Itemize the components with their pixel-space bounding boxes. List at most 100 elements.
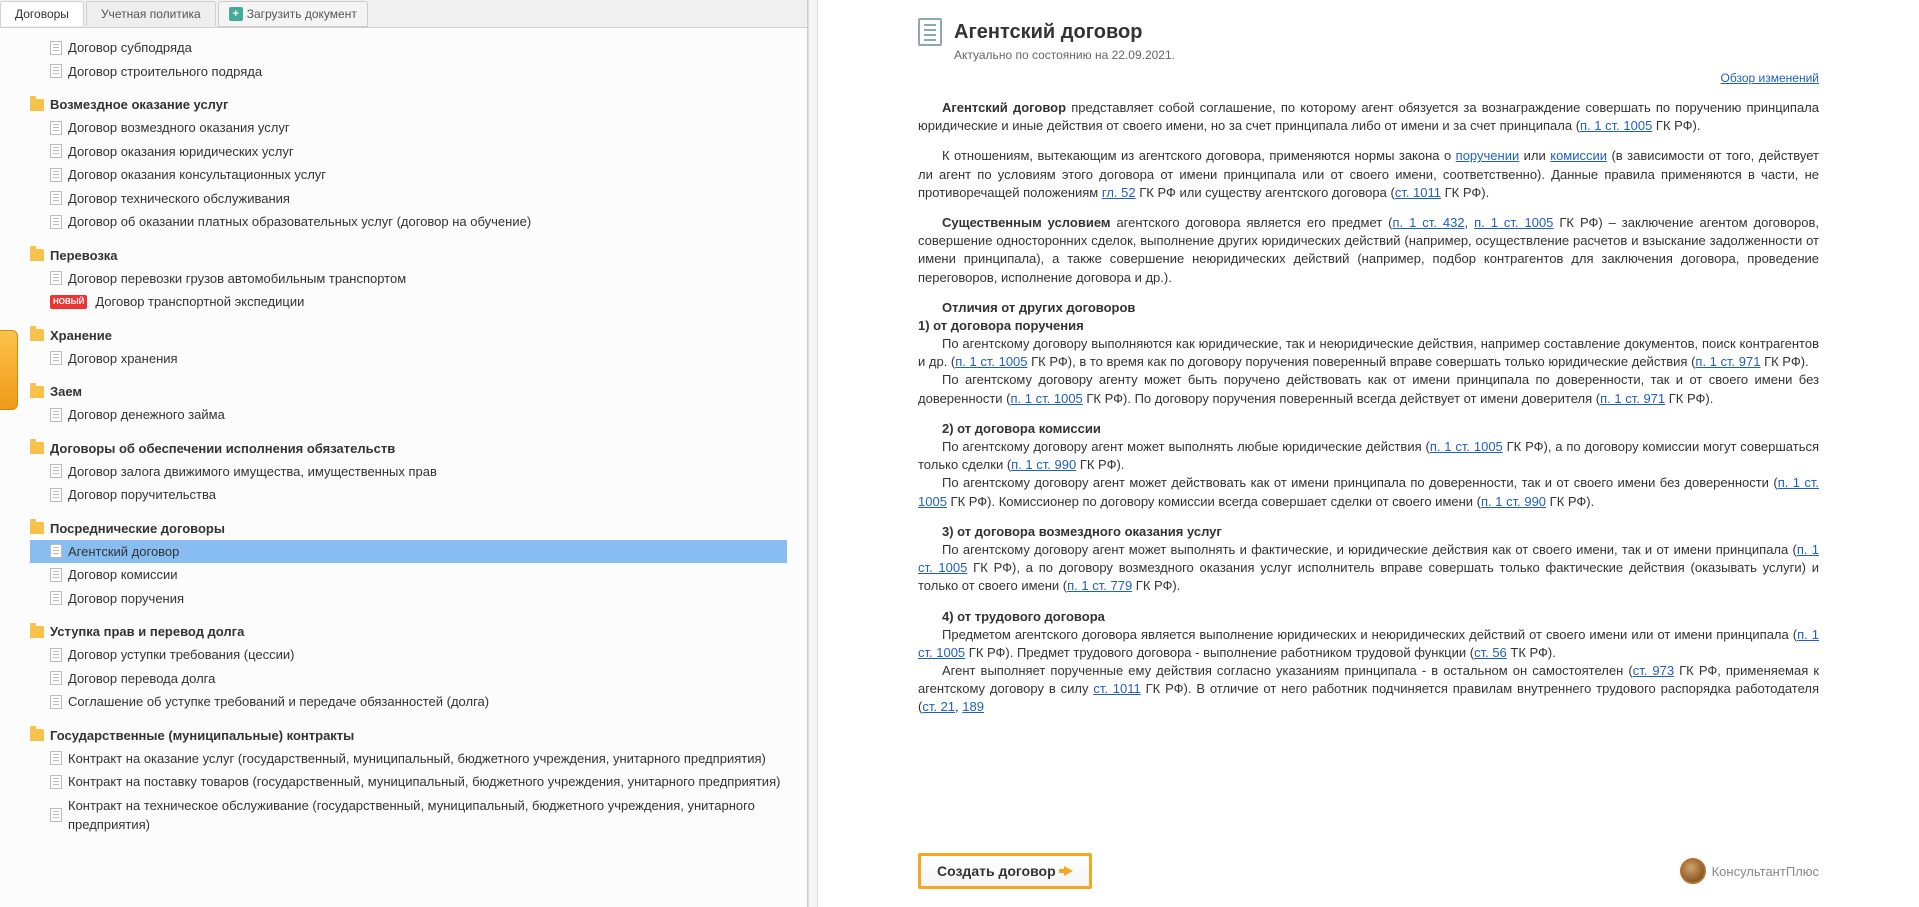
doc-item-label: Договор строительного подряда (68, 62, 262, 82)
folder-icon (30, 442, 44, 454)
doc-item[interactable]: Договор перевода долга (30, 667, 787, 691)
upload-document-button[interactable]: + Загрузить документ (218, 1, 368, 27)
doc-item[interactable]: Договор поручительства (30, 483, 787, 507)
document-icon (50, 41, 62, 55)
document-icon (50, 168, 62, 182)
tab-policy[interactable]: Учетная политика (86, 1, 216, 26)
doc-item[interactable]: Договор строительного подряда (30, 60, 787, 84)
document-icon (50, 408, 62, 422)
doc-item-label: Договор технического обслуживания (68, 189, 290, 209)
document-icon (50, 464, 62, 478)
law-link[interactable]: п. 1 ст. 1005 (955, 354, 1027, 369)
category-title[interactable]: Уступка прав и перевод долга (30, 624, 787, 639)
law-link[interactable]: комиссии (1550, 148, 1607, 163)
document-icon (50, 215, 62, 229)
folder-icon (30, 729, 44, 741)
doc-item[interactable]: Контракт на оказание услуг (государствен… (30, 747, 787, 771)
category-title[interactable]: Перевозка (30, 248, 787, 263)
law-link[interactable]: п. 1 ст. 990 (1481, 494, 1546, 509)
document-icon (50, 671, 62, 685)
doc-item-label: Договор оказания консультационных услуг (68, 165, 326, 185)
document-icon (50, 648, 62, 662)
folder-icon (30, 386, 44, 398)
doc-item[interactable]: Контракт на техническое обслуживание (го… (30, 794, 787, 837)
doc-item-label: Договор возмездного оказания услуг (68, 118, 290, 138)
create-contract-button[interactable]: Создать договор (918, 853, 1092, 889)
doc-item[interactable]: Договор уступки требования (цессии) (30, 643, 787, 667)
document-icon (50, 121, 62, 135)
doc-item-label: Договор перевозки грузов автомобильным т… (68, 269, 406, 289)
category-title[interactable]: Договоры об обеспечении исполнения обяза… (30, 441, 787, 456)
tab-contracts[interactable]: Договоры (0, 1, 84, 26)
doc-item-label: Договор поручения (68, 589, 184, 609)
side-handle[interactable] (0, 330, 18, 410)
tabs-bar: Договоры Учетная политика + Загрузить до… (0, 0, 807, 28)
law-link[interactable]: гл. 52 (1102, 185, 1136, 200)
law-link[interactable]: п. 1 ст. 1005 (1430, 439, 1503, 454)
doc-item[interactable]: Договор хранения (30, 347, 787, 371)
law-link[interactable]: 189 (962, 699, 984, 714)
category-title[interactable]: Возмездное оказание услуг (30, 97, 787, 112)
document-icon (50, 351, 62, 365)
doc-item[interactable]: Договор оказания юридических услуг (30, 140, 787, 164)
document-icon (50, 191, 62, 205)
doc-item[interactable]: Договор комиссии (30, 563, 787, 587)
category-title[interactable]: Посреднические договоры (30, 521, 787, 536)
folder-icon (30, 626, 44, 638)
arrow-right-icon (1064, 866, 1073, 876)
doc-item-label: Договор хранения (68, 349, 178, 369)
folder-icon (30, 522, 44, 534)
doc-item[interactable]: Контракт на поставку товаров (государств… (30, 770, 787, 794)
document-icon (50, 144, 62, 158)
document-icon (50, 271, 62, 285)
law-link[interactable]: ст. 21 (922, 699, 955, 714)
doc-item[interactable]: Агентский договор (30, 540, 787, 564)
document-icon (50, 775, 62, 789)
doc-item-label: Договор субподряда (68, 38, 192, 58)
doc-item[interactable]: Договор возмездного оказания услуг (30, 116, 787, 140)
document-icon (50, 64, 62, 78)
brand: КонсультантПлюс (1680, 858, 1819, 884)
category-title[interactable]: Хранение (30, 328, 787, 343)
law-link[interactable]: ст. 56 (1474, 645, 1507, 660)
folder-icon (30, 329, 44, 341)
law-link[interactable]: п. 1 ст. 971 (1695, 354, 1760, 369)
doc-item[interactable]: Договор перевозки грузов автомобильным т… (30, 267, 787, 291)
doc-item[interactable]: НОВЫЙДоговор транспортной экспедиции (30, 290, 787, 314)
doc-item[interactable]: Договор поручения (30, 587, 787, 611)
doc-item[interactable]: Договор залога движимого имущества, имущ… (30, 460, 787, 484)
law-link[interactable]: п. 1 ст. 971 (1600, 391, 1665, 406)
law-link[interactable]: п. 1 ст. 1005 (1011, 391, 1083, 406)
doc-item-label: Контракт на оказание услуг (государствен… (68, 749, 766, 769)
doc-item-label: Договор денежного займа (68, 405, 225, 425)
category-title[interactable]: Государственные (муниципальные) контракт… (30, 728, 787, 743)
document-icon (50, 568, 62, 582)
law-link[interactable]: п. 1 ст. 779 (1067, 578, 1132, 593)
law-link[interactable]: п. 1 ст. 990 (1011, 457, 1076, 472)
doc-item[interactable]: Договор технического обслуживания (30, 187, 787, 211)
doc-item[interactable]: Договор об оказании платных образователь… (30, 210, 787, 234)
law-link[interactable]: п. 1 ст. 432 (1392, 215, 1464, 230)
article-title: Агентский договор (954, 21, 1142, 44)
law-link[interactable]: ст. 1011 (1093, 681, 1140, 696)
doc-item[interactable]: Договор оказания консультационных услуг (30, 163, 787, 187)
law-link[interactable]: ст. 1011 (1395, 185, 1441, 200)
changes-link[interactable]: Обзор изменений (1721, 71, 1819, 85)
splitter[interactable] (808, 0, 818, 907)
document-tree[interactable]: Договор субподряда Договор строительного … (0, 28, 807, 907)
doc-item-label: Договор поручительства (68, 485, 216, 505)
law-link[interactable]: п. 1 ст. 1005 (1474, 215, 1553, 230)
doc-item[interactable]: Договор субподряда (30, 36, 787, 60)
doc-item-label: Договор перевода долга (68, 669, 215, 689)
article-meta: Актуально по состоянию на 22.09.2021. (954, 48, 1819, 62)
doc-item[interactable]: Соглашение об уступке требований и перед… (30, 690, 787, 714)
category-title[interactable]: Заем (30, 384, 787, 399)
plus-icon: + (229, 7, 243, 21)
law-link[interactable]: п. 1 ст. 1005 (1580, 118, 1652, 133)
doc-item[interactable]: Договор денежного займа (30, 403, 787, 427)
doc-item-label: Договор оказания юридических услуг (68, 142, 294, 162)
law-link[interactable]: поручении (1456, 148, 1520, 163)
doc-item-label: Договор залога движимого имущества, имущ… (68, 462, 437, 482)
article-content: Агентский договор Актуально по состоянию… (818, 0, 1919, 843)
law-link[interactable]: ст. 973 (1633, 663, 1674, 678)
